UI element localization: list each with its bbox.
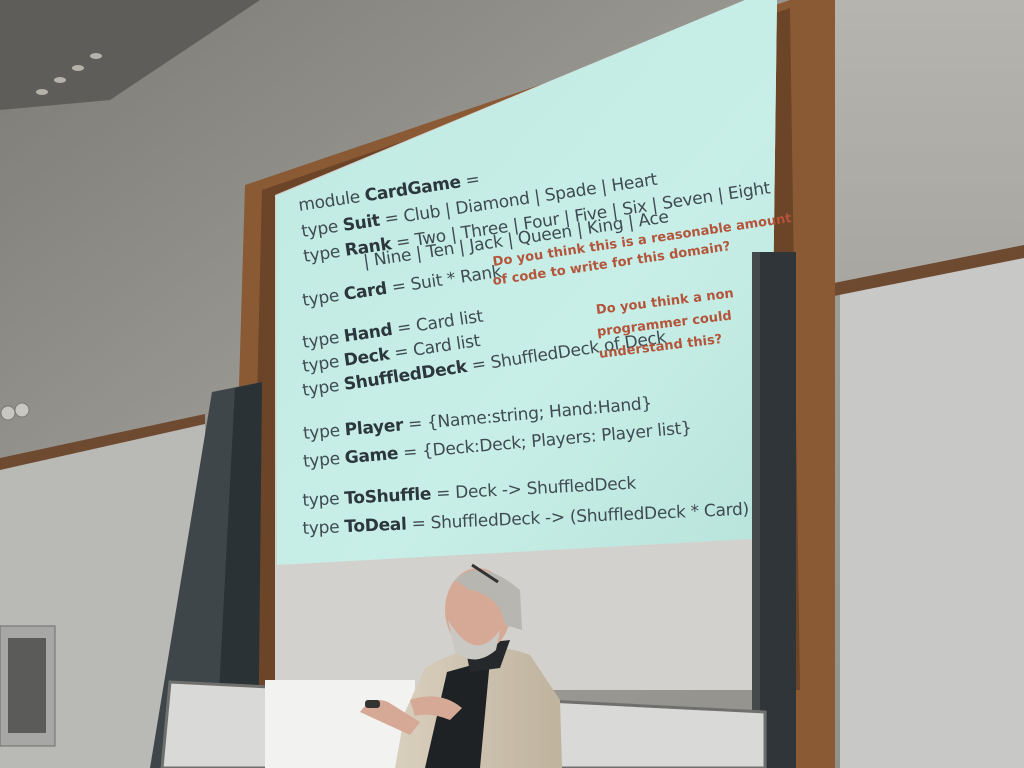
right-support-post-highlight <box>752 252 760 768</box>
electrical-box <box>0 625 56 747</box>
right-panel <box>840 255 1024 768</box>
right-upper-wall <box>820 0 1024 290</box>
lecture-hall-photo <box>0 0 1024 768</box>
